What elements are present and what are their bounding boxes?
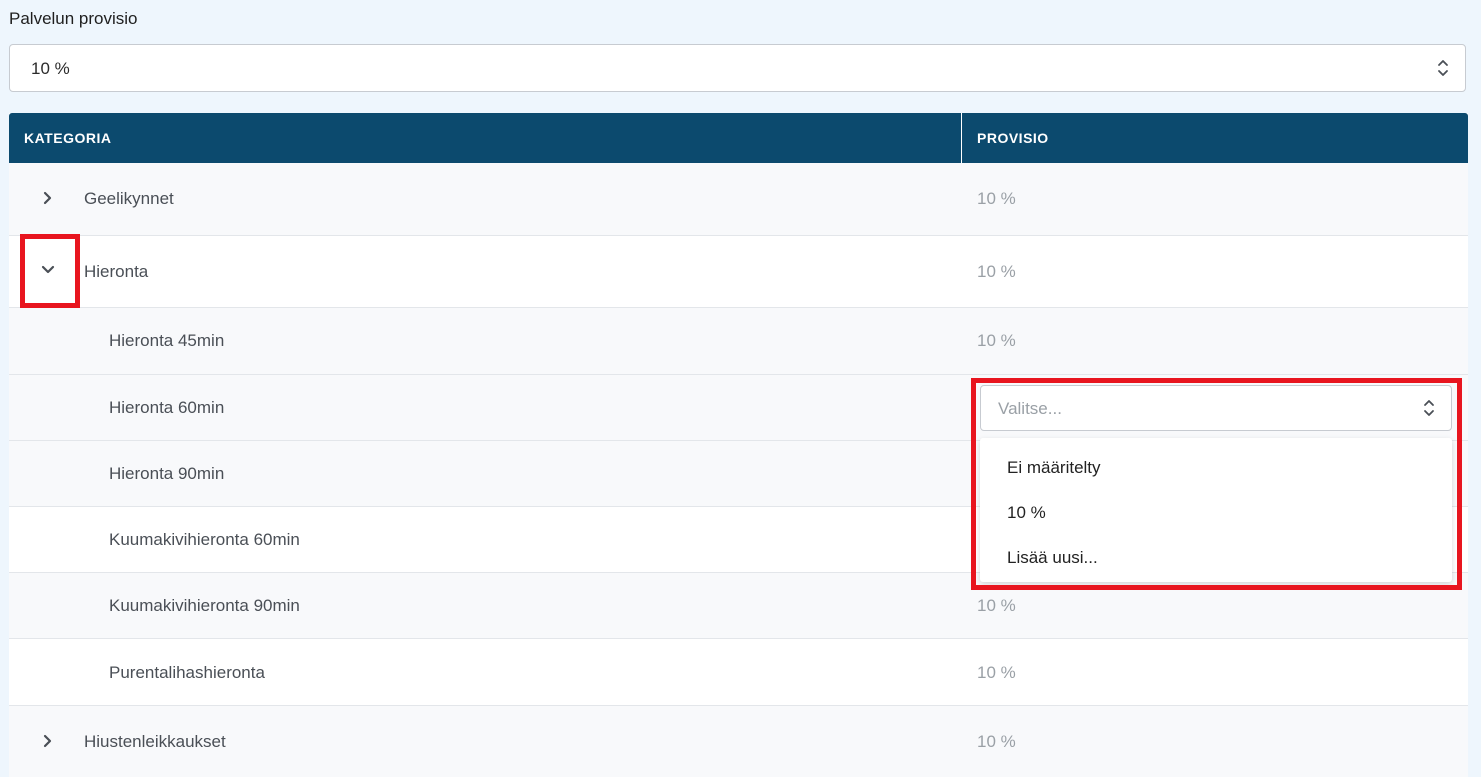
category-name: Hiustenleikkaukset [84, 732, 226, 751]
table-row-purentalihashieronta[interactable]: Purentalihashieronta 10 % [9, 639, 1468, 706]
chevron-right-icon[interactable] [41, 734, 55, 748]
table-header: KATEGORIA PROVISIO [9, 113, 1468, 163]
table-row-hieronta-45min[interactable]: Hieronta 45min 10 % [9, 308, 1468, 375]
category-provision[interactable]: 10 % [977, 732, 1016, 752]
category-provision[interactable]: 10 % [977, 331, 1016, 351]
category-name: Geelikynnet [84, 189, 174, 208]
service-provision-select[interactable]: 10 % [9, 44, 1466, 92]
service-provision-label: Palvelun provisio [9, 9, 138, 28]
category-provision[interactable]: 10 % [977, 262, 1016, 282]
category-provision[interactable]: 10 % [977, 596, 1016, 616]
column-header-category: KATEGORIA [24, 130, 112, 146]
column-header-provision: PROVISIO [977, 130, 1049, 146]
row-provision-select[interactable]: Valitse... [980, 385, 1452, 431]
service-provision-value: 10 % [31, 59, 70, 78]
chevron-up-down-icon [1438, 60, 1448, 76]
option-not-defined[interactable]: Ei määritelty [1007, 458, 1101, 478]
category-name: Hieronta [84, 262, 149, 281]
table-row-hiustenleikkaukset[interactable]: Hiustenleikkaukset 10 % [9, 706, 1468, 777]
table-row-geelikynnet[interactable]: Geelikynnet 10 % [9, 163, 1468, 236]
category-provision[interactable]: 10 % [977, 663, 1016, 683]
select-placeholder: Valitse... [998, 399, 1062, 418]
subcategory-name: Hieronta 60min [109, 398, 225, 417]
chevron-down-icon[interactable] [41, 263, 55, 277]
provision-options-dropdown: Ei määritelty 10 % Lisää uusi... [980, 438, 1452, 582]
option-add-new[interactable]: Lisää uusi... [1007, 548, 1098, 568]
subcategory-name: Kuumakivihieronta 90min [109, 596, 300, 615]
subcategory-name: Hieronta 45min [109, 331, 225, 350]
table-row-kuumakivihieronta-90min[interactable]: Kuumakivihieronta 90min 10 % [9, 573, 1468, 639]
chevron-right-icon[interactable] [41, 191, 55, 205]
subcategory-name: Hieronta 90min [109, 464, 225, 483]
category-provision[interactable]: 10 % [977, 189, 1016, 209]
header-divider [961, 113, 962, 163]
option-10-percent[interactable]: 10 % [1007, 503, 1046, 523]
subcategory-name: Purentalihashieronta [109, 663, 265, 682]
chevron-up-down-icon [1424, 400, 1434, 416]
table-row-hieronta[interactable]: Hieronta 10 % [9, 236, 1468, 308]
subcategory-name: Kuumakivihieronta 60min [109, 530, 300, 549]
